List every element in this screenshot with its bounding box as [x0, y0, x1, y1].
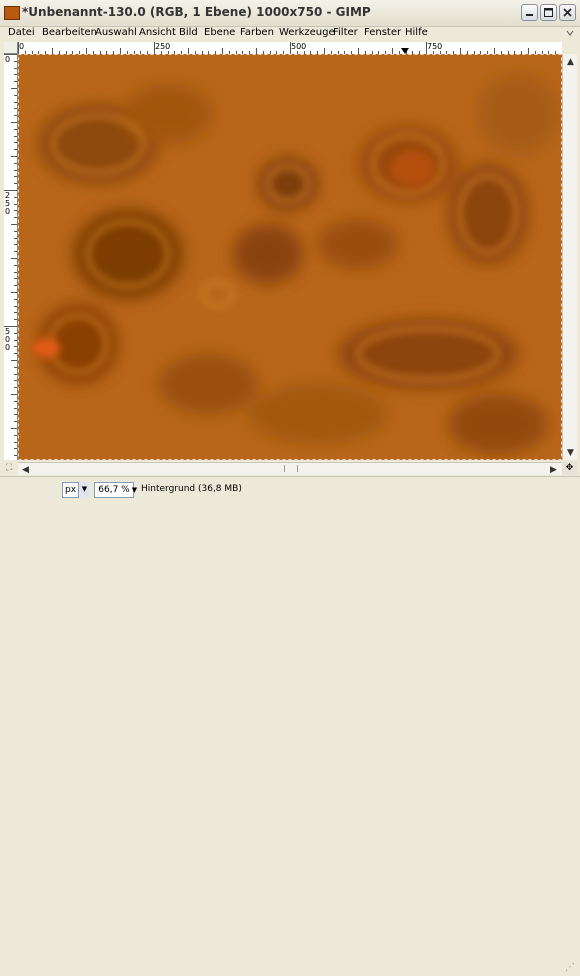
window-titlebar: *Unbenannt-130.0 (RGB, 1 Ebene) 1000x750… [0, 0, 580, 27]
minimize-icon [526, 14, 533, 16]
menu-fenster[interactable]: Fenster [364, 27, 401, 38]
vruler-label-250: 250 [5, 191, 11, 216]
layer-status-text: Hintergrund (36,8 MB) [141, 484, 242, 494]
image-canvas[interactable] [18, 54, 562, 460]
scroll-right-button[interactable]: ▶ [547, 463, 560, 476]
vruler-label-500: 500 [5, 327, 11, 352]
close-button[interactable] [559, 4, 576, 21]
zoom-input[interactable]: 66,7 % [94, 482, 134, 498]
menubar: Datei Bearbeiten Auswahl Ansicht Bild Eb… [0, 26, 580, 42]
horizontal-ruler-ticks [18, 42, 556, 54]
statusbar: ⛶ px ▼ 66,7 % ▼ Hintergrund (36,8 MB) ⋰ [0, 463, 580, 973]
menu-bild[interactable]: Bild [179, 27, 198, 38]
hruler-label-500: 500 [291, 42, 307, 51]
zoom-value: 66,7 % [98, 485, 130, 495]
horizontal-scrollbar[interactable]: ◀ ▶ [18, 462, 562, 475]
plasma-texture-image [18, 54, 562, 460]
vruler-label-0: 0 [5, 55, 11, 64]
navigate-icon[interactable]: ✥ [562, 462, 577, 475]
gimp-image-icon [4, 6, 20, 20]
zoom-fit-icon[interactable]: ⛶ [6, 463, 18, 475]
menu-ansicht[interactable]: Ansicht [139, 27, 176, 38]
vertical-scrollbar[interactable]: ▲ ▼ [562, 54, 577, 460]
minimize-button[interactable] [521, 4, 538, 21]
scroll-left-button[interactable]: ◀ [19, 463, 32, 476]
scroll-up-button[interactable]: ▲ [564, 55, 577, 68]
menu-datei[interactable]: Datei [8, 27, 35, 38]
menu-arrow-icon[interactable] [565, 28, 575, 38]
menu-werkzeuge[interactable]: Werkzeuge [279, 27, 335, 38]
unit-value: px [65, 485, 77, 495]
hruler-label-0: 0 [19, 42, 25, 51]
vertical-ruler[interactable]: 0 250 500 [4, 54, 18, 460]
scroll-down-button[interactable]: ▼ [564, 446, 577, 459]
close-icon [563, 8, 572, 17]
menu-farben[interactable]: Farben [240, 27, 274, 38]
maximize-button[interactable] [540, 4, 557, 21]
window-title: *Unbenannt-130.0 (RGB, 1 Ebene) 1000x750… [22, 5, 371, 19]
menu-bearbeiten[interactable]: Bearbeiten [42, 27, 97, 38]
unit-dropdown-icon[interactable]: ▼ [78, 482, 90, 498]
hruler-label-250: 250 [155, 42, 171, 51]
maximize-icon [544, 8, 553, 17]
menu-auswahl[interactable]: Auswahl [95, 27, 137, 38]
hruler-label-750: 750 [427, 42, 443, 51]
resize-grip-icon[interactable]: ⋰ [565, 962, 577, 976]
menu-ebene[interactable]: Ebene [204, 27, 235, 38]
quick-mask-corner[interactable] [4, 42, 18, 54]
menu-filter[interactable]: Filter [333, 27, 358, 38]
vertical-ruler-ticks [4, 54, 17, 456]
menu-hilfe[interactable]: Hilfe [405, 27, 428, 38]
scroll-thumb-grip[interactable] [284, 465, 298, 472]
zoom-dropdown-icon[interactable]: ▼ [130, 482, 139, 498]
